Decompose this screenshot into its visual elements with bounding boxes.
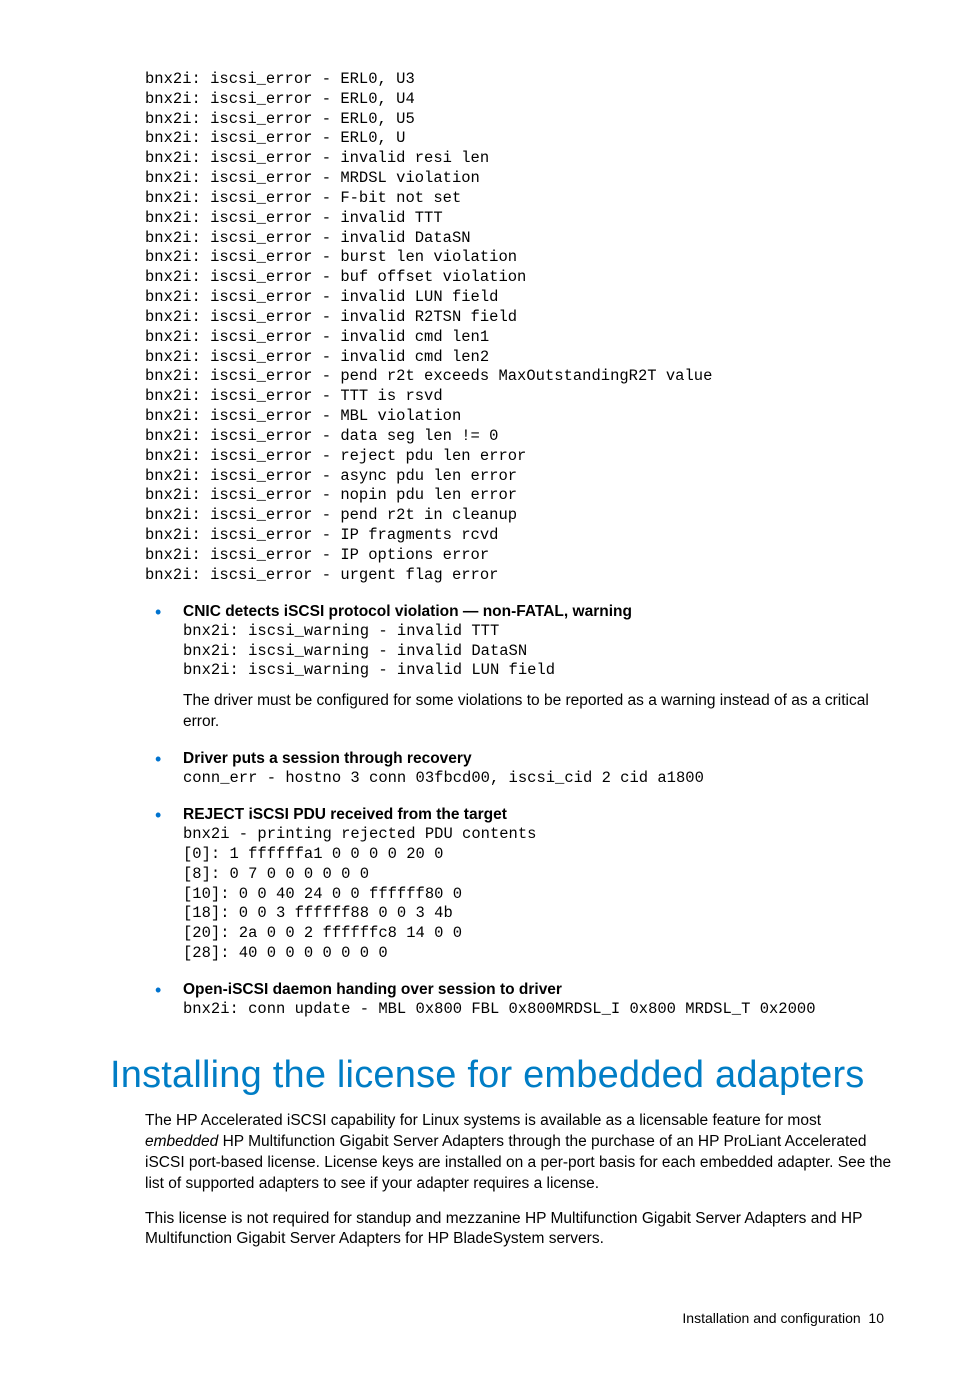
content-area: bnx2i: iscsi_error - ERL0, U3 bnx2i: isc… (145, 70, 894, 1020)
footer-page-number: 10 (868, 1310, 884, 1326)
topic-item: CNIC detects iSCSI protocol violation — … (145, 602, 894, 733)
section-body: The HP Accelerated iSCSI capability for … (145, 1111, 894, 1251)
topic-title: REJECT iSCSI PDU received from the targe… (183, 805, 894, 825)
page-footer: Installation and configuration 10 (60, 1310, 894, 1326)
topic-code: bnx2i - printing rejected PDU contents [… (183, 825, 894, 964)
page: bnx2i: iscsi_error - ERL0, U3 bnx2i: isc… (0, 0, 954, 1376)
para-emphasis: embedded (145, 1133, 218, 1150)
footer-label: Installation and configuration (682, 1310, 860, 1326)
topic-code: conn_err - hostno 3 conn 03fbcd00, iscsi… (183, 769, 894, 789)
topic-body: The driver must be configured for some v… (183, 691, 894, 733)
para-text: The HP Accelerated iSCSI capability for … (145, 1112, 821, 1129)
section-paragraph-1: The HP Accelerated iSCSI capability for … (145, 1111, 894, 1195)
topic-item: Driver puts a session through recovery c… (145, 749, 894, 789)
topic-title: CNIC detects iSCSI protocol violation — … (183, 602, 894, 622)
section-heading: Installing the license for embedded adap… (110, 1054, 894, 1097)
topic-item: REJECT iSCSI PDU received from the targe… (145, 805, 894, 964)
error-code-block: bnx2i: iscsi_error - ERL0, U3 bnx2i: isc… (145, 70, 894, 586)
para-text: HP Multifunction Gigabit Server Adapters… (145, 1133, 891, 1192)
topic-code: bnx2i: iscsi_warning - invalid TTT bnx2i… (183, 622, 894, 681)
section-paragraph-2: This license is not required for standup… (145, 1209, 894, 1251)
topic-list: CNIC detects iSCSI protocol violation — … (145, 602, 894, 1020)
topic-item: Open-iSCSI daemon handing over session t… (145, 980, 894, 1020)
topic-code: bnx2i: conn update - MBL 0x800 FBL 0x800… (183, 1000, 894, 1020)
topic-title: Driver puts a session through recovery (183, 749, 894, 769)
topic-title: Open-iSCSI daemon handing over session t… (183, 980, 894, 1000)
